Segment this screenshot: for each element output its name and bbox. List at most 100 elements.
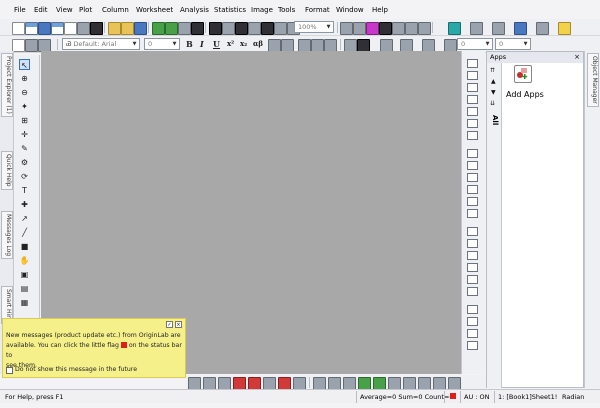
subscript-icon[interactable]: x₂ bbox=[240, 39, 247, 48]
layer-icon[interactable] bbox=[492, 22, 505, 35]
tab-messages-log[interactable]: Messages Log bbox=[1, 211, 13, 260]
front-icon[interactable] bbox=[467, 227, 478, 236]
save-project-icon[interactable] bbox=[134, 22, 147, 35]
scroll-down-icon[interactable]: ▼ bbox=[491, 89, 496, 96]
checkmark-icon[interactable]: ✓ bbox=[166, 321, 173, 328]
tab-quick-help[interactable]: Quick Help bbox=[1, 151, 13, 190]
insert-table-icon[interactable]: ▦ bbox=[19, 297, 30, 308]
timestamp-icon[interactable] bbox=[467, 119, 478, 128]
bold-button[interactable]: B bbox=[186, 39, 193, 49]
menu-help[interactable]: Help bbox=[372, 6, 388, 14]
learning-center-icon[interactable] bbox=[418, 22, 431, 35]
tab-all[interactable]: All bbox=[489, 115, 499, 125]
menu-worksheet[interactable]: Worksheet bbox=[136, 6, 173, 14]
import-ascii-icon[interactable] bbox=[152, 22, 165, 35]
menu-column[interactable]: Column bbox=[102, 6, 129, 14]
do-not-show-checkbox[interactable] bbox=[6, 367, 13, 374]
width-icon[interactable] bbox=[467, 275, 478, 284]
insert-graph-icon[interactable]: ▤ bbox=[19, 283, 30, 294]
new-project-icon[interactable] bbox=[12, 22, 25, 35]
new-graph-icon[interactable] bbox=[38, 22, 51, 35]
find-icon[interactable] bbox=[470, 22, 483, 35]
line-width-combo[interactable]: 0 ▼ bbox=[457, 38, 493, 50]
menu-plot[interactable]: Plot bbox=[79, 6, 92, 14]
region-tool-icon[interactable]: ▣ bbox=[19, 269, 30, 280]
menu-tools[interactable]: Tools bbox=[278, 6, 295, 14]
draw-data-icon[interactable]: ✎ bbox=[19, 143, 30, 154]
open-template-icon[interactable] bbox=[121, 22, 134, 35]
import-multiple-icon[interactable] bbox=[165, 22, 178, 35]
align-right-icon[interactable] bbox=[467, 161, 478, 170]
rectangle-tool-icon[interactable]: ■ bbox=[19, 241, 30, 252]
backward-icon[interactable] bbox=[467, 263, 478, 272]
align-left-icon[interactable] bbox=[467, 149, 478, 158]
superscript-icon[interactable]: x² bbox=[227, 39, 234, 48]
menu-image[interactable]: Image bbox=[251, 6, 273, 14]
arrow-tool-icon[interactable]: ↗ bbox=[19, 213, 30, 224]
new-notes-icon[interactable] bbox=[64, 22, 77, 35]
duplicate-icon[interactable] bbox=[222, 22, 235, 35]
new-workbook-icon[interactable] bbox=[25, 22, 38, 35]
menu-view[interactable]: View bbox=[56, 6, 73, 14]
add-layer-icon[interactable] bbox=[467, 59, 478, 68]
tab-object-manager[interactable]: Object Manager bbox=[587, 53, 599, 107]
code-builder-icon[interactable] bbox=[379, 22, 392, 35]
export-graph-icon[interactable] bbox=[261, 22, 274, 35]
layer-icon-2[interactable] bbox=[467, 131, 478, 140]
scroll-top-icon[interactable]: ⇈ bbox=[490, 67, 495, 74]
mask-icon[interactable]: ⚙ bbox=[19, 157, 30, 168]
color-scale-icon[interactable] bbox=[467, 107, 478, 116]
font-combo[interactable]: Ꮿ Default: Arial ▼ bbox=[62, 38, 140, 50]
copy-format-icon[interactable] bbox=[25, 39, 38, 52]
back-icon[interactable] bbox=[467, 239, 478, 248]
close-all-icon[interactable] bbox=[536, 22, 549, 35]
align-top-icon[interactable] bbox=[467, 173, 478, 182]
message-flag-icon[interactable] bbox=[450, 393, 456, 399]
ungroup-icon[interactable] bbox=[467, 209, 478, 218]
distribute-icon[interactable] bbox=[467, 317, 478, 326]
screen-reader-icon[interactable]: ✦ bbox=[19, 101, 30, 112]
rescale-icon[interactable] bbox=[467, 71, 478, 80]
new-function-icon[interactable] bbox=[90, 22, 103, 35]
italic-button[interactable]: I bbox=[200, 39, 204, 49]
group-icon[interactable] bbox=[467, 197, 478, 206]
apps-gallery-icon[interactable] bbox=[405, 22, 418, 35]
object-manager-icon[interactable] bbox=[392, 22, 405, 35]
batch-plot-icon[interactable] bbox=[514, 22, 527, 35]
axis-scale-icon[interactable] bbox=[467, 83, 478, 92]
close-icon[interactable]: × bbox=[574, 52, 580, 63]
new-matrix-icon[interactable] bbox=[51, 22, 64, 35]
menu-statistics[interactable]: Statistics bbox=[214, 6, 246, 14]
scroll-up-icon[interactable]: ▲ bbox=[491, 78, 496, 85]
print-icon[interactable] bbox=[191, 22, 204, 35]
rotate-tool-icon[interactable]: ⟳ bbox=[19, 171, 30, 182]
menu-edit[interactable]: Edit bbox=[34, 6, 48, 14]
open-folder-icon[interactable] bbox=[108, 22, 121, 35]
legend-icon[interactable] bbox=[467, 95, 478, 104]
height-icon[interactable] bbox=[467, 287, 478, 296]
greek-icon[interactable]: αβ bbox=[253, 39, 263, 48]
tree-view-icon[interactable] bbox=[448, 22, 461, 35]
arrange-icon[interactable] bbox=[467, 305, 478, 314]
zoom-combo[interactable]: 100% ▼ bbox=[294, 21, 334, 33]
forward-icon[interactable] bbox=[467, 251, 478, 260]
menu-format[interactable]: Format bbox=[305, 6, 330, 14]
line-tool-icon[interactable]: ╱ bbox=[19, 227, 30, 238]
zoom-out-tool-icon[interactable]: ⊖ bbox=[19, 87, 30, 98]
underline-button[interactable]: U bbox=[213, 39, 220, 49]
data-reader-icon[interactable]: ⊞ bbox=[19, 115, 30, 126]
close-icon[interactable]: × bbox=[175, 321, 182, 328]
menu-analysis[interactable]: Analysis bbox=[180, 6, 209, 14]
menu-window[interactable]: Window bbox=[336, 6, 364, 14]
symbol-size-combo[interactable]: 0 ▼ bbox=[495, 38, 531, 50]
cascade-icon[interactable] bbox=[558, 22, 571, 35]
annotation-icon[interactable]: ✚ bbox=[19, 199, 30, 210]
align-bottom-icon[interactable] bbox=[467, 185, 478, 194]
hand-tool-icon[interactable]: ✋ bbox=[19, 255, 30, 266]
recalculate-icon[interactable] bbox=[235, 22, 248, 35]
tab-project-explorer[interactable]: Project Explorer (1) bbox=[1, 53, 13, 117]
command-window-icon[interactable] bbox=[366, 22, 379, 35]
menu-file[interactable]: File bbox=[14, 6, 26, 14]
import-wizard-icon[interactable] bbox=[178, 22, 191, 35]
copy-page-icon[interactable] bbox=[248, 22, 261, 35]
